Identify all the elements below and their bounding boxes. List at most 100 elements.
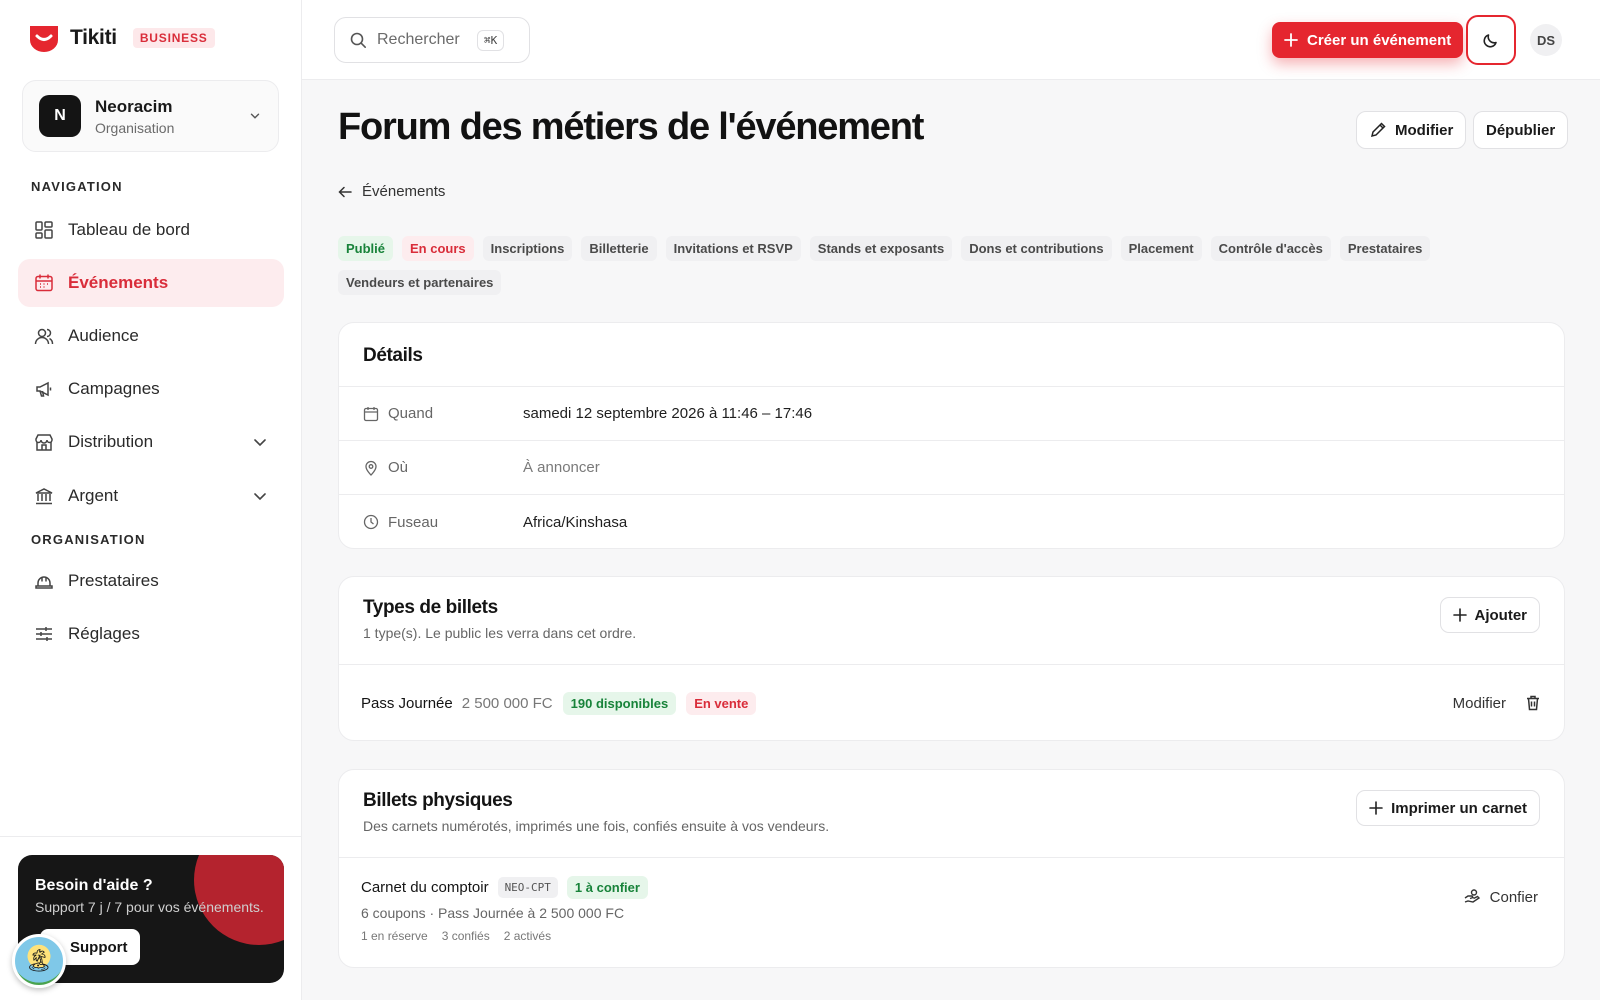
ticket-type-row: Pass Journée 2 500 000 FC 190 disponible…: [339, 665, 1564, 740]
booklet-name: Carnet du comptoir: [361, 879, 489, 896]
nav-section-navigation: NAVIGATION: [31, 179, 123, 194]
status-badge-published: Publié: [338, 236, 394, 261]
ticket-price: 2 500 000 FC: [461, 694, 553, 712]
print-booklet-button[interactable]: Imprimer un carnet: [1356, 790, 1540, 826]
sidebar-item-dashboard[interactable]: Tableau de bord: [18, 206, 284, 254]
ticket-types-title: Types de billets: [363, 597, 498, 618]
edit-event-button[interactable]: Modifier: [1356, 111, 1467, 149]
help-subtitle: Support 7 j / 7 pour vos événements.: [35, 899, 264, 915]
feature-tag: Stands et exposants: [809, 236, 953, 261]
status-badge-ongoing: En cours: [402, 236, 474, 261]
sliders-icon: [36, 627, 52, 641]
sidebar-item-label: Campagnes: [68, 379, 160, 398]
feature-tag: Inscriptions: [482, 236, 573, 261]
sidebar-item-providers[interactable]: Prestataires: [18, 557, 284, 605]
shortcut-badge: ⌘K: [477, 29, 505, 51]
sidebar-item-settings[interactable]: Réglages: [18, 610, 284, 658]
detail-row-when: Quand samedi 12 septembre 2026 à 11:46 –…: [339, 387, 1564, 441]
add-ticket-type-label: Ajouter: [1474, 606, 1528, 624]
sidebar-item-campaigns[interactable]: Campagnes: [18, 365, 284, 413]
booklet-code: NEO-CPT: [497, 877, 558, 898]
detail-value: samedi 12 septembre 2026 à 11:46 – 17:46: [523, 405, 813, 422]
page-title: Forum des métiers de l'événement: [338, 106, 924, 148]
entrust-label: Confier: [1489, 888, 1538, 906]
sidebar-item-label: Prestataires: [68, 571, 159, 590]
sidebar-item-money[interactable]: Argent: [18, 472, 284, 520]
palm-beach-icon[interactable]: 🏝: [12, 934, 66, 988]
organization-switcher[interactable]: N Neoracim Organisation: [22, 80, 279, 152]
sidebar-item-events[interactable]: Événements: [18, 259, 284, 307]
detail-value: À annoncer: [523, 459, 600, 476]
hand-off-icon: [1464, 889, 1480, 903]
create-event-label: Créer un événement: [1307, 31, 1452, 49]
dashboard-icon: [35, 221, 53, 239]
sidebar-item-label: Argent: [68, 486, 119, 505]
map-pin-icon: [365, 460, 377, 476]
event-tags: Publié En cours Inscriptions Billetterie…: [338, 236, 1448, 295]
add-ticket-type-button[interactable]: Ajouter: [1439, 597, 1540, 633]
search-icon: [350, 32, 366, 48]
feature-tag: Placement: [1120, 236, 1202, 261]
booklet-entrusted: 3 confiés: [441, 929, 490, 943]
booklet-activated: 2 activés: [503, 929, 552, 943]
pencil-icon: [1370, 122, 1386, 138]
org-avatar: N: [39, 95, 81, 137]
create-event-button[interactable]: Créer un événement: [1272, 22, 1464, 58]
plan-badge: BUSINESS: [132, 28, 215, 48]
booklet-reserved: 1 en réserve: [361, 929, 428, 943]
feature-tag: Contrôle d'accès: [1210, 236, 1331, 261]
detail-row-timezone: Fuseau Africa/Kinshasa: [339, 495, 1564, 548]
help-title: Besoin d'aide ?: [35, 877, 153, 894]
chevron-down-icon: [254, 493, 266, 501]
detail-label: Fuseau: [388, 513, 439, 531]
feature-tag: Dons et contributions: [961, 236, 1112, 261]
booklet-summary: 6 coupons · Pass Journée à 2 500 000 FC: [361, 905, 625, 921]
feature-tag: Invitations et RSVP: [665, 236, 801, 261]
clock-icon: [363, 514, 379, 530]
bank-icon: [35, 488, 53, 505]
plus-icon: [1369, 801, 1383, 815]
sidebar-item-label: Événements: [68, 273, 169, 292]
arrow-left-icon: [338, 186, 352, 197]
edit-event-label: Modifier: [1395, 121, 1454, 139]
entrust-button[interactable]: Confier: [1463, 888, 1538, 906]
tikiti-logo-icon: [30, 26, 58, 52]
booklet-row: Carnet du comptoir NEO-CPT 1 à confier 6…: [339, 858, 1564, 967]
org-type: Organisation: [95, 119, 175, 136]
sidebar-item-audience[interactable]: Audience: [18, 312, 284, 360]
details-title: Détails: [363, 345, 423, 366]
theme-toggle-button[interactable]: [1466, 15, 1516, 65]
plus-icon: [1284, 33, 1298, 47]
unpublish-button[interactable]: Dépublier: [1473, 111, 1569, 149]
calendar-icon: [363, 406, 379, 421]
to-entrust-badge: 1 à confier: [566, 876, 648, 899]
chevron-down-icon: [250, 113, 260, 119]
ticket-name: Pass Journée: [361, 694, 453, 712]
sidebar: Tikiti BUSINESS N Neoracim Organisation …: [0, 0, 302, 1000]
edit-ticket-button[interactable]: Modifier: [1453, 695, 1506, 712]
print-booklet-label: Imprimer un carnet: [1391, 799, 1527, 817]
brand[interactable]: Tikiti BUSINESS: [28, 24, 215, 52]
detail-value: Africa/Kinshasa: [523, 513, 628, 531]
ticket-types-card: Types de billets 1 type(s). Le public le…: [338, 576, 1565, 741]
calendar-icon: [35, 274, 53, 292]
divider: [0, 836, 302, 837]
ticket-types-subtitle: 1 type(s). Le public les verra dans cet …: [363, 625, 637, 641]
user-avatar[interactable]: DS: [1530, 24, 1562, 56]
brand-name: Tikiti: [70, 26, 117, 49]
store-icon: [35, 434, 53, 451]
feature-tag: Vendeurs et partenaires: [338, 270, 502, 295]
feature-tag: Billetterie: [581, 236, 657, 261]
trash-icon[interactable]: [1524, 694, 1542, 712]
detail-row-where: Où À annoncer: [339, 441, 1564, 495]
search-input[interactable]: [377, 31, 477, 49]
search-box[interactable]: ⌘K: [334, 17, 530, 63]
hard-hat-icon: [35, 576, 53, 589]
on-sale-badge: En vente: [686, 691, 757, 715]
details-card: Détails Quand samedi 12 septembre 2026 à…: [338, 322, 1565, 549]
sidebar-item-label: Audience: [68, 326, 139, 345]
plus-icon: [1452, 608, 1467, 622]
moon-icon: [1483, 34, 1497, 48]
sidebar-item-distribution[interactable]: Distribution: [18, 418, 284, 466]
back-to-events-link[interactable]: Événements: [338, 183, 445, 200]
